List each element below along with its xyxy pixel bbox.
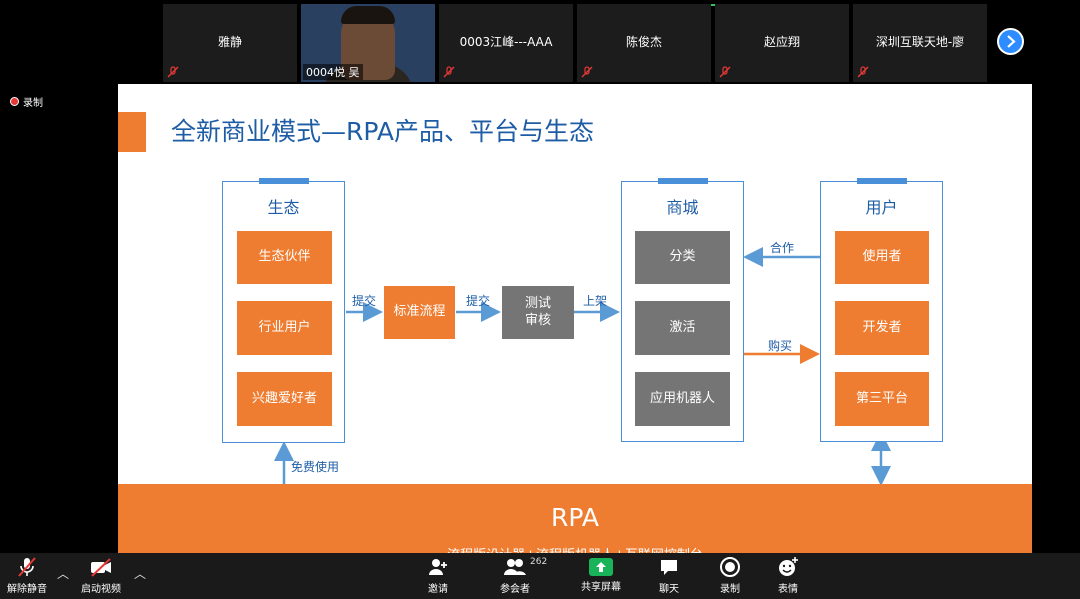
standard-process-box: 标准流程	[384, 286, 455, 339]
participant-tile[interactable]: 深圳互联天地-廖	[853, 4, 987, 82]
third-platform-box: 第三平台	[835, 372, 929, 426]
participants-icon	[504, 559, 526, 575]
activate-box: 激活	[635, 301, 730, 355]
participant-tile[interactable]: 赵应翔	[715, 4, 849, 82]
user-box: 使用者	[835, 231, 929, 284]
column-cap	[856, 178, 907, 184]
next-page-button[interactable]	[997, 28, 1024, 55]
participant-video-tile[interactable]: 0004悦 吴	[301, 4, 435, 82]
free-use-label: 免费使用	[291, 460, 340, 474]
participant-name: 陈俊杰	[625, 35, 662, 49]
column-cap	[657, 178, 708, 184]
video-off-icon	[91, 558, 111, 577]
buy-label: 购买	[768, 339, 793, 353]
start-video-label: 启动视频	[81, 584, 121, 595]
chevron-right-icon	[1007, 35, 1016, 48]
video-hair	[341, 6, 395, 24]
reactions-button[interactable]: 表情	[775, 556, 801, 596]
share-screen-button[interactable]: 共享屏幕	[577, 556, 625, 596]
muted-mic-icon	[719, 66, 731, 78]
submit-label-1: 提交	[352, 294, 377, 308]
developer-box: 开发者	[835, 301, 929, 355]
test-review-box: 测试 审核	[502, 286, 574, 339]
muted-mic-icon	[18, 557, 36, 577]
reactions-label: 表情	[778, 584, 798, 595]
eco-partner-box: 生态伙伴	[237, 231, 332, 284]
listing-label: 上架	[583, 294, 608, 308]
record-icon	[720, 557, 740, 577]
hobbyist-box: 兴趣爱好者	[237, 372, 332, 426]
add-person-icon	[429, 559, 447, 575]
video-options-chevron-icon[interactable]: ︿	[134, 565, 146, 582]
users-title: 用户	[865, 198, 898, 217]
participants-button[interactable]: 参会者	[496, 556, 534, 596]
ecosystem-title: 生态	[267, 198, 300, 217]
rpa-title: RPA	[551, 503, 599, 532]
app-robot-box: 应用机器人	[635, 372, 730, 426]
muted-mic-icon	[443, 66, 455, 78]
rpa-band: RPA 流程版设计器+流程版机器人+互联网控制台	[118, 484, 1032, 554]
recording-label: 录制	[23, 98, 43, 109]
muted-mic-icon	[857, 66, 869, 78]
participant-name: 雅静	[217, 35, 242, 49]
muted-mic-icon	[167, 66, 179, 78]
shared-slide: 全新商业模式—RPA产品、平台与生态 生态 生态伙伴 行业用户 兴趣爱好者 提交…	[118, 84, 1032, 554]
audio-options-chevron-icon[interactable]: ︿	[57, 565, 69, 582]
participant-tile[interactable]: 0003江峰---AAA	[439, 4, 573, 82]
submit-label-2: 提交	[466, 294, 491, 308]
share-screen-label: 共享屏幕	[581, 582, 621, 593]
mall-title: 商城	[666, 198, 699, 217]
invite-label: 邀请	[428, 584, 448, 595]
invite-button[interactable]: 邀请	[420, 556, 456, 596]
chat-icon	[661, 560, 677, 575]
chat-button[interactable]: 聊天	[656, 556, 682, 596]
muted-mic-icon	[581, 66, 593, 78]
participant-strip: 雅静 0004悦 吴 0003江峰---AAA 陈俊杰 赵应翔 深圳互联天地-廖	[163, 4, 1035, 82]
cooperate-label: 合作	[770, 241, 795, 255]
emoji-icon	[779, 557, 798, 576]
participant-tile[interactable]: 陈俊杰	[577, 4, 711, 82]
column-cap	[258, 178, 309, 184]
participant-tile[interactable]: 雅静	[163, 4, 297, 82]
participant-name: 深圳互联天地-廖	[875, 35, 965, 49]
category-box: 分类	[635, 231, 730, 284]
industry-user-box: 行业用户	[237, 301, 332, 355]
participants-label: 参会者	[500, 584, 530, 595]
recording-indicator: 录制	[10, 94, 43, 109]
meeting-toolbar: 解除静音 ︿ 启动视频 ︿ 邀请 参会者 262 共享屏幕 聊天 录制 表情	[0, 553, 1080, 599]
record-dot-icon	[10, 97, 19, 106]
chat-label: 聊天	[659, 584, 679, 595]
share-screen-icon	[589, 558, 613, 576]
participant-name: 赵应翔	[763, 35, 800, 49]
unmute-label: 解除静音	[7, 584, 47, 595]
unmute-button[interactable]: 解除静音	[4, 556, 50, 596]
start-video-button[interactable]: 启动视频	[78, 556, 124, 596]
participant-name: 0004悦 吴	[303, 64, 363, 80]
participant-name: 0003江峰---AAA	[459, 35, 553, 49]
record-button[interactable]: 录制	[717, 556, 743, 596]
record-label: 录制	[720, 584, 740, 595]
participant-count: 262	[530, 557, 548, 567]
